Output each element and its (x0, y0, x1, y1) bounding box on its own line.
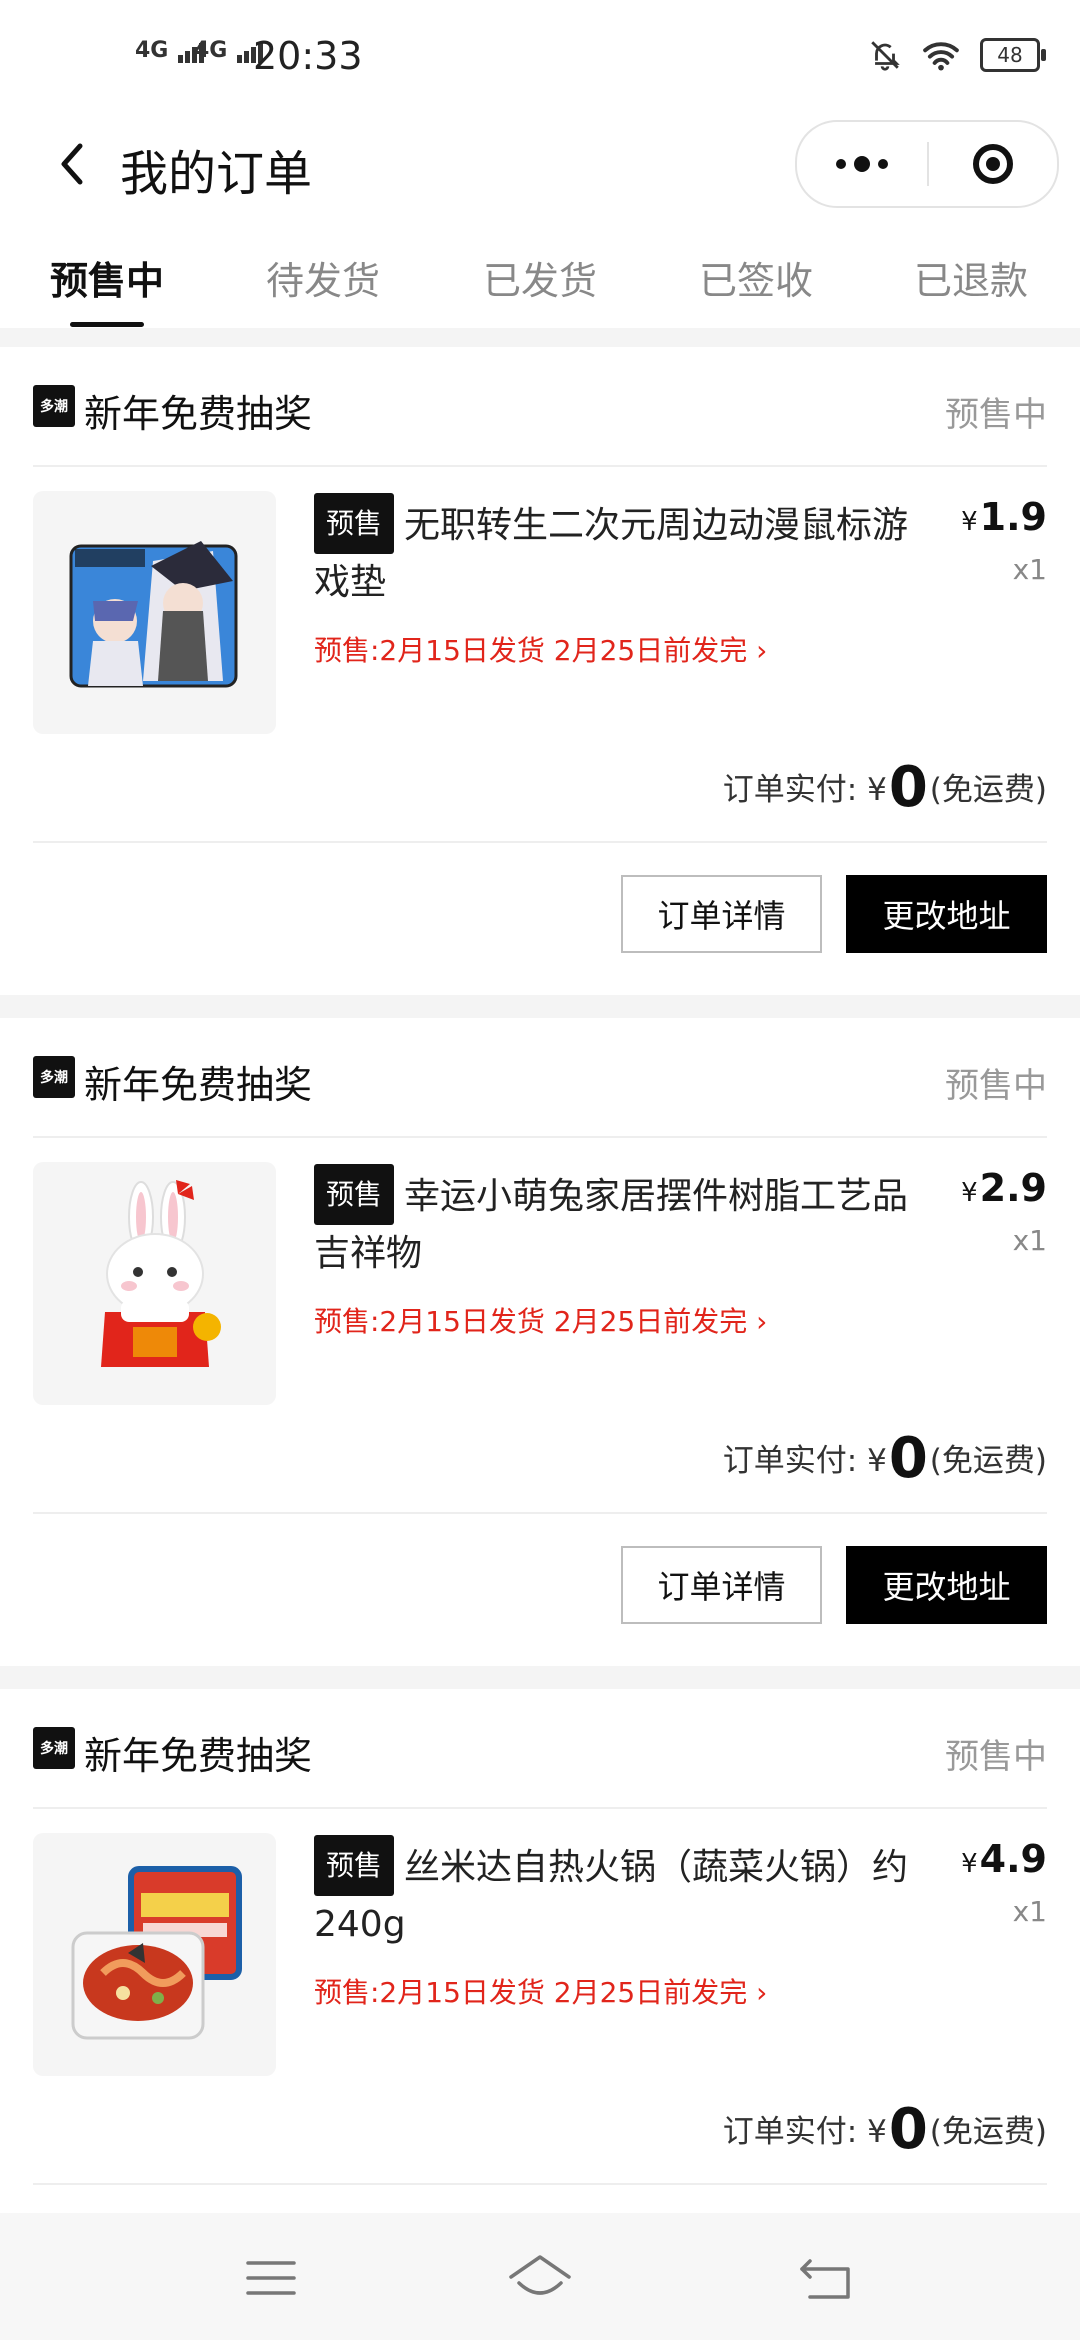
product-price: ¥2.9 (961, 1166, 1047, 1210)
product-quantity: x1 (1012, 553, 1047, 586)
divider (33, 1807, 1047, 1809)
product-name[interactable]: 预售 丝米达自热火锅（蔬菜火锅）约240g (314, 1835, 914, 1953)
currency-symbol: ¥ (867, 2114, 887, 2150)
target-close-icon[interactable] (929, 122, 1057, 206)
system-nav-bar (0, 2213, 1080, 2340)
shipping-free-note: (免运费) (929, 772, 1047, 808)
order-detail-button[interactable]: 订单详情 (621, 1546, 822, 1624)
shop-logo: 多潮 (33, 1056, 75, 1098)
presale-tag: 预售 (314, 493, 395, 554)
product-price: ¥4.9 (961, 1837, 1047, 1881)
order-status: 预售中 (945, 395, 1047, 435)
divider (33, 1136, 1047, 1138)
order-card: 多潮 新年免费抽奖 预售中 预售 幸运小萌兔家居摆件树脂工艺品吉祥物 预售:2月1… (0, 1018, 1080, 1666)
product-price: ¥1.9 (961, 495, 1047, 539)
more-dots-icon[interactable] (797, 122, 927, 206)
shop-name[interactable]: 新年免费抽奖 (84, 383, 312, 438)
title-bar: 我的订单 (0, 110, 1080, 218)
shipping-text: 预售:2月15日发货 2月25日前发完 (314, 634, 748, 667)
chevron-right-icon: › (756, 634, 768, 667)
shipping-info[interactable]: 预售:2月15日发货 2月25日前发完 › (314, 1300, 767, 1340)
chevron-right-icon: › (756, 1976, 768, 2009)
order-tabs: 预售中 待发货 已发货 已签收 已退款 (0, 218, 1080, 328)
order-paid-total: 订单实付: ¥0(免运费) (723, 1426, 1047, 1491)
paid-amount: 0 (888, 2097, 928, 2162)
battery-icon: 48 (980, 38, 1046, 72)
tab-pending-shipment[interactable]: 待发货 (266, 250, 380, 305)
shipping-free-note: (免运费) (929, 2114, 1047, 2150)
shipping-text: 预售:2月15日发货 2月25日前发完 (314, 1976, 748, 2009)
tab-refunded[interactable]: 已退款 (914, 250, 1028, 305)
order-status: 预售中 (945, 1737, 1047, 1777)
product-image[interactable] (33, 1162, 276, 1405)
tab-shipped[interactable]: 已发货 (483, 250, 597, 305)
paid-amount: 0 (888, 1426, 928, 1491)
paid-label: 订单实付: (722, 2114, 858, 2150)
divider (33, 841, 1047, 843)
paid-label: 订单实付: (722, 1443, 858, 1479)
product-quantity: x1 (1012, 1224, 1047, 1257)
shop-name[interactable]: 新年免费抽奖 (84, 1725, 312, 1780)
status-time: 20:33 (253, 34, 363, 78)
currency-symbol: ¥ (867, 772, 887, 808)
network-type-2: 4G (194, 38, 228, 63)
price-value: 4.9 (979, 1837, 1047, 1881)
order-status: 预售中 (945, 1066, 1047, 1106)
paid-amount: 0 (888, 755, 928, 820)
order-card: 多潮 新年免费抽奖 预售中 预售 无职转生二次元周边动漫鼠标游戏垫 预售:2月15… (0, 347, 1080, 995)
status-icons: 48 (868, 38, 1046, 72)
shop-logo: 多潮 (33, 385, 75, 427)
mini-program-capsule (795, 120, 1059, 208)
paid-label: 订单实付: (722, 772, 858, 808)
shipping-info[interactable]: 预售:2月15日发货 2月25日前发完 › (314, 629, 767, 669)
currency-symbol: ¥ (961, 507, 978, 537)
product-quantity: x1 (1012, 1895, 1047, 1928)
presale-tag: 预售 (314, 1835, 395, 1896)
change-address-button[interactable]: 更改地址 (846, 1546, 1047, 1624)
order-paid-total: 订单实付: ¥0(免运费) (723, 2097, 1047, 2162)
change-address-button[interactable]: 更改地址 (846, 875, 1047, 953)
currency-symbol: ¥ (961, 1178, 978, 1208)
home-icon[interactable] (505, 2243, 575, 2313)
price-value: 1.9 (979, 495, 1047, 539)
divider (33, 2183, 1047, 2185)
chevron-left-icon[interactable] (44, 134, 104, 194)
status-bar: 4G 4G 20:33 48 (0, 0, 1080, 110)
mute-bell-icon (871, 41, 900, 71)
return-icon[interactable] (790, 2243, 860, 2313)
divider (33, 465, 1047, 467)
tab-received[interactable]: 已签收 (699, 250, 813, 305)
product-image[interactable] (33, 1833, 276, 2076)
order-paid-total: 订单实付: ¥0(免运费) (723, 755, 1047, 820)
product-name[interactable]: 预售 无职转生二次元周边动漫鼠标游戏垫 (314, 493, 914, 611)
product-title: 幸运小萌兔家居摆件树脂工艺品吉祥物 (314, 1176, 909, 1274)
shipping-text: 预售:2月15日发货 2月25日前发完 (314, 1305, 748, 1338)
shop-logo: 多潮 (33, 1727, 75, 1769)
network-type-1: 4G (135, 38, 169, 63)
currency-symbol: ¥ (867, 1443, 887, 1479)
price-value: 2.9 (979, 1166, 1047, 1210)
product-title: 丝米达自热火锅（蔬菜火锅）约240g (314, 1847, 909, 1945)
product-image[interactable] (33, 491, 276, 734)
shop-name[interactable]: 新年免费抽奖 (84, 1054, 312, 1109)
chevron-right-icon: › (756, 1305, 768, 1338)
active-tab-indicator (70, 322, 144, 327)
shipping-info[interactable]: 预售:2月15日发货 2月25日前发完 › (314, 1971, 767, 2011)
product-title: 无职转生二次元周边动漫鼠标游戏垫 (314, 505, 909, 603)
tab-presale[interactable]: 预售中 (50, 250, 164, 305)
wifi-icon (923, 42, 959, 71)
page-title: 我的订单 (120, 146, 313, 202)
shipping-free-note: (免运费) (929, 1443, 1047, 1479)
menu-icon[interactable] (236, 2243, 306, 2313)
order-detail-button[interactable]: 订单详情 (621, 875, 822, 953)
divider (33, 1512, 1047, 1514)
presale-tag: 预售 (314, 1164, 395, 1225)
currency-symbol: ¥ (961, 1849, 978, 1879)
product-name[interactable]: 预售 幸运小萌兔家居摆件树脂工艺品吉祥物 (314, 1164, 914, 1282)
